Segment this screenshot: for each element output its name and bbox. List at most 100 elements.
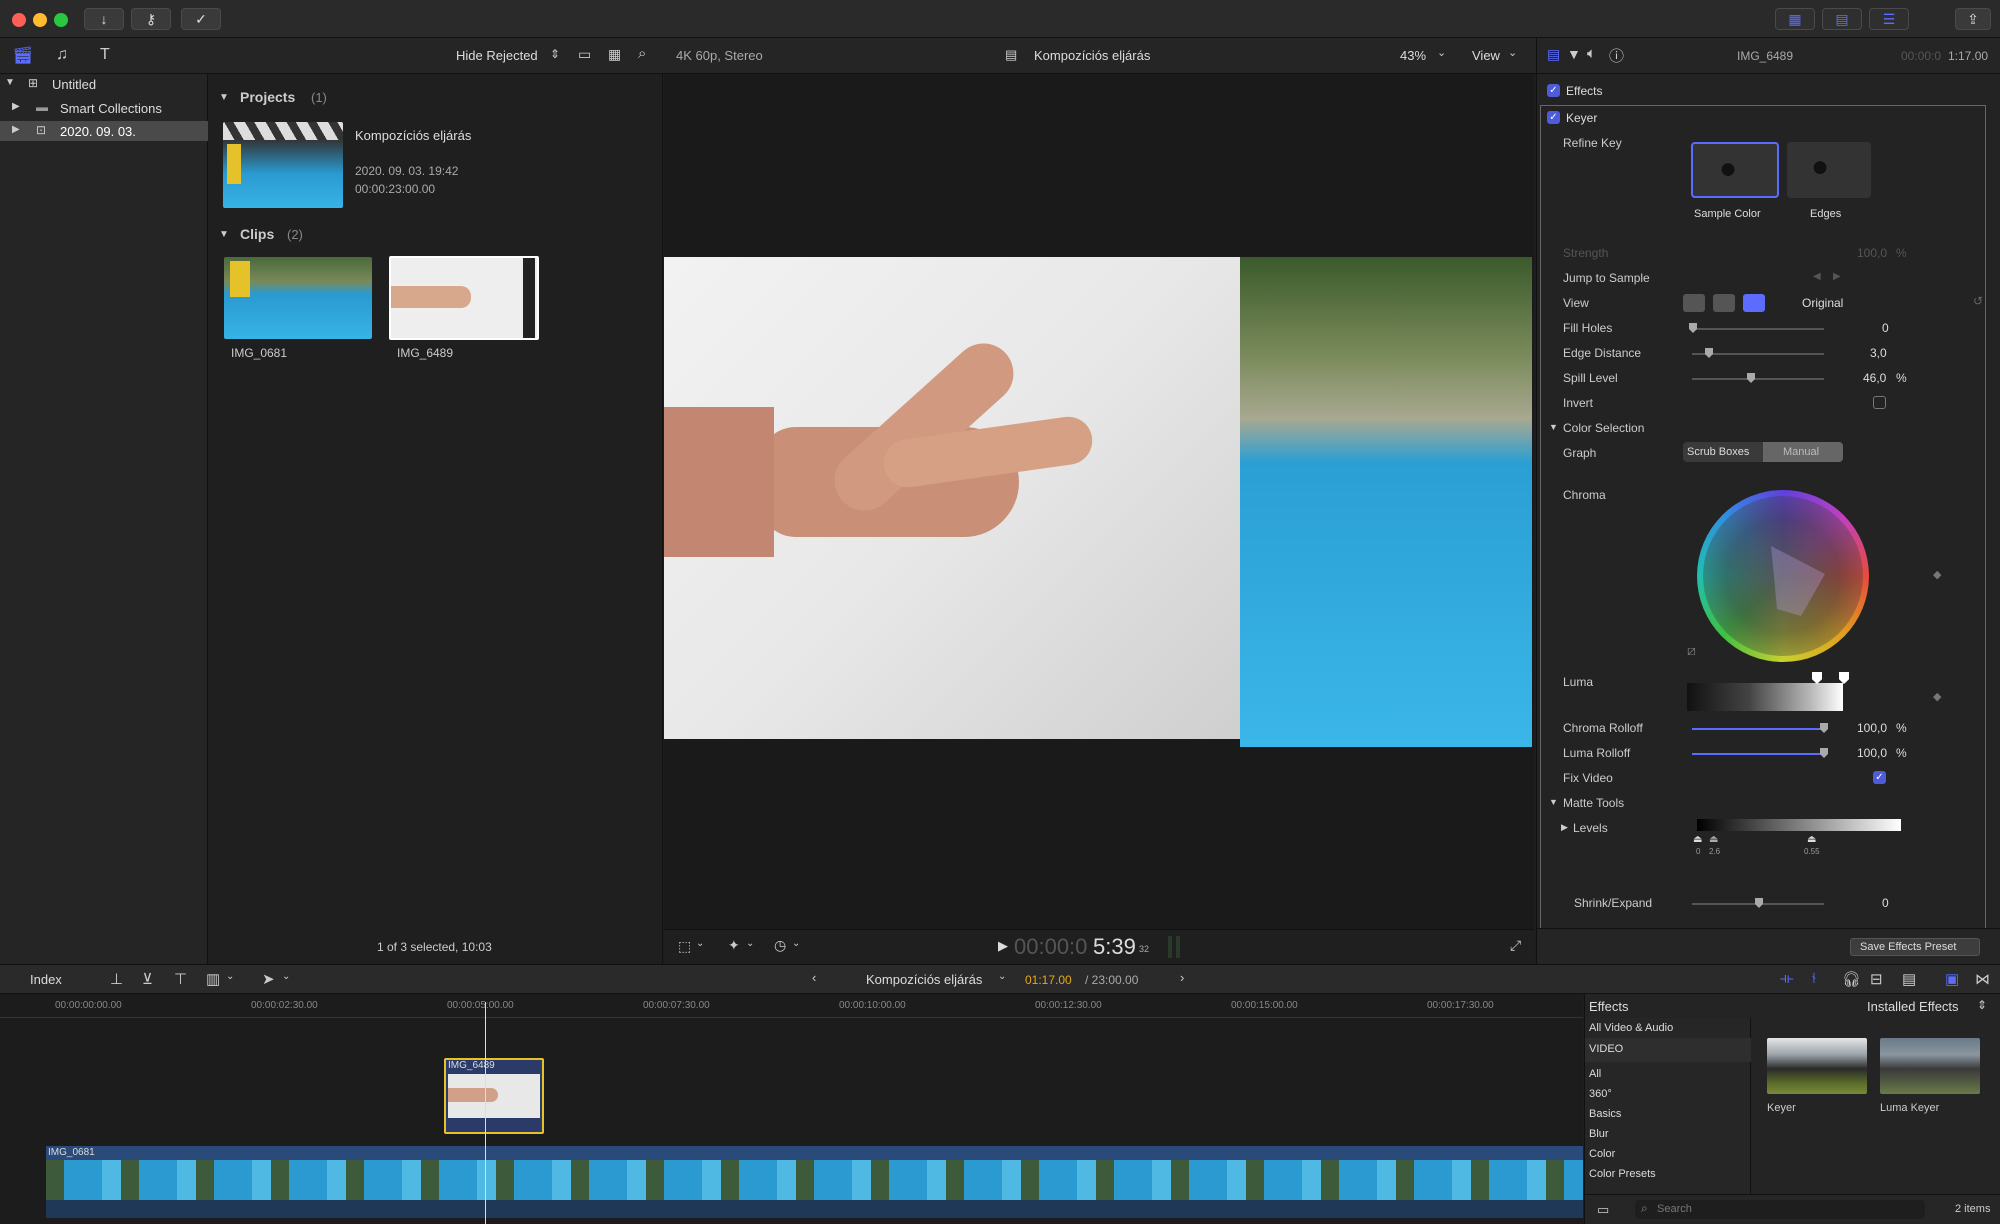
next-sample-icon[interactable]: ▶ <box>1833 271 1841 282</box>
transitions-browser-icon[interactable]: ⋈ <box>1975 970 1990 988</box>
library-row[interactable]: ▼ ⊞ Untitled <box>0 74 208 94</box>
invert-checkbox[interactable] <box>1873 396 1886 409</box>
effects-search-field[interactable]: ⌕ Search <box>1635 1200 1925 1219</box>
chroma-color-wheel[interactable] <box>1697 490 1869 662</box>
disclosure-open-icon[interactable]: ▼ <box>5 77 15 88</box>
index-button[interactable]: Index <box>30 972 62 987</box>
filter-icon[interactable]: ▼ <box>1567 46 1581 62</box>
view-menu[interactable]: View <box>1472 48 1500 63</box>
disclosure-closed-icon[interactable]: ▶ <box>12 124 20 135</box>
speedometer-icon[interactable]: ◷ <box>774 937 786 954</box>
luma-rolloff-value[interactable]: 100,0 <box>1857 746 1887 760</box>
timeline-project-name[interactable]: Kompozíciós eljárás <box>866 972 982 987</box>
project-thumbnail[interactable] <box>223 122 343 208</box>
clip-thumbnail-img-0681[interactable] <box>224 257 372 339</box>
sidebar-toggle-icon[interactable]: ▭ <box>1597 1202 1609 1218</box>
zoom-window-button[interactable] <box>54 13 68 27</box>
clip-appearance-icon[interactable]: ▭ <box>578 46 591 63</box>
keywords-button[interactable]: ⚷ <box>131 8 171 30</box>
insert-clip-icon[interactable]: ⊻ <box>142 970 153 988</box>
sample-color-button[interactable]: ● <box>1691 142 1779 198</box>
fill-holes-slider[interactable] <box>1692 328 1824 330</box>
connected-clip[interactable]: IMG_6489 <box>444 1058 544 1134</box>
levels-gamma-handle[interactable]: ⏏ <box>1709 834 1718 845</box>
fix-video-checkbox[interactable]: ✓ <box>1873 771 1886 784</box>
sidebar-item-smart-collections[interactable]: ▶ ▬ Smart Collections <box>0 98 208 118</box>
category-color-presets[interactable]: Color Presets <box>1589 1168 1656 1180</box>
snapping-icon[interactable]: ⊟ <box>1870 970 1883 988</box>
magic-wand-icon[interactable]: ✦ <box>728 937 740 954</box>
view-composite-button[interactable] <box>1683 294 1705 312</box>
edge-distance-value[interactable]: 3,0 <box>1870 346 1887 360</box>
shrink-expand-value[interactable]: 0 <box>1882 896 1889 910</box>
info-icon[interactable]: ⓘ <box>1609 45 1624 66</box>
transform-icon[interactable]: ⬚ <box>678 938 691 955</box>
category-blur[interactable]: Blur <box>1589 1128 1609 1140</box>
minimize-window-button[interactable] <box>33 13 47 27</box>
libraries-icon[interactable]: 🎬︎ <box>12 46 34 66</box>
import-button[interactable]: ↓ <box>84 8 124 30</box>
disclosure-open-icon[interactable]: ▼ <box>219 92 229 103</box>
levels-white-handle[interactable]: ⏏ <box>1807 834 1816 845</box>
select-tool-icon[interactable]: ➤ <box>262 970 275 988</box>
clip-appearance-icon[interactable]: ▤ <box>1902 970 1916 988</box>
back-arrow-icon[interactable]: ‹ <box>812 970 816 985</box>
keyer-checkbox[interactable]: ✓ <box>1547 111 1560 124</box>
installed-effects-menu[interactable]: Installed Effects <box>1867 999 1959 1014</box>
chroma-graph-toggle-icon[interactable]: ⧄ <box>1687 642 1696 659</box>
keyframe-diamond-icon[interactable]: ◆ <box>1933 568 1941 581</box>
timeline-toggle-button[interactable]: ▤ <box>1822 8 1862 30</box>
levels-gradient[interactable] <box>1697 819 1901 831</box>
effects-browser-icon[interactable]: ▣ <box>1945 970 1959 988</box>
spill-level-value[interactable]: 46,0 <box>1863 371 1886 385</box>
titles-generators-icon[interactable]: T <box>100 46 110 64</box>
scrub-boxes-segment[interactable]: Scrub Boxes <box>1687 446 1749 458</box>
category-basics[interactable]: Basics <box>1589 1108 1621 1120</box>
disclosure-open-icon[interactable]: ▼ <box>219 229 229 240</box>
edges-button[interactable]: ● <box>1787 142 1871 198</box>
save-effects-preset-button[interactable]: Save Effects Preset <box>1850 938 1980 956</box>
luma-gradient[interactable] <box>1687 683 1843 711</box>
headphones-icon[interactable]: 🎧︎ <box>1842 970 1861 988</box>
disclosure-open-icon[interactable]: ▼ <box>1549 797 1558 807</box>
share-button[interactable]: ⇪ <box>1955 8 1991 30</box>
filmstrip-icon[interactable]: ▦ <box>608 46 621 63</box>
overwrite-clip-icon[interactable]: ▥ <box>206 970 220 988</box>
append-clip-icon[interactable]: ⊤ <box>174 970 187 988</box>
disclosure-closed-icon[interactable]: ▶ <box>12 101 20 112</box>
close-window-button[interactable] <box>12 13 26 27</box>
category-color[interactable]: Color <box>1589 1148 1615 1160</box>
disclosure-open-icon[interactable]: ▼ <box>1549 422 1558 432</box>
view-matte-button[interactable] <box>1713 294 1735 312</box>
video-inspector-icon[interactable]: ▤ <box>1547 46 1560 63</box>
play-icon[interactable]: ▶ <box>998 938 1008 954</box>
keyframe-diamond-icon[interactable]: ◆ <box>1933 690 1941 703</box>
levels-black-handle[interactable]: ⏏ <box>1693 834 1702 845</box>
effects-checkbox[interactable]: ✓ <box>1547 84 1560 97</box>
photos-audio-icon[interactable]: ♫ <box>56 46 68 64</box>
primary-storyline-clip[interactable]: IMG_0681 <box>46 1146 1583 1218</box>
category-360[interactable]: 360° <box>1589 1088 1612 1100</box>
playhead[interactable] <box>485 1002 486 1224</box>
sidebar-item-event[interactable]: ▶ ⊡ 2020. 09. 03. <box>0 121 208 141</box>
category-all[interactable]: All <box>1589 1068 1601 1080</box>
previous-sample-icon[interactable]: ◀ <box>1813 271 1821 282</box>
view-original-button[interactable] <box>1743 294 1765 312</box>
luma-keyer-effect-thumbnail[interactable] <box>1880 1038 1980 1094</box>
zoom-menu[interactable]: 43% <box>1400 48 1426 63</box>
background-tasks-button[interactable]: ✓ <box>181 8 221 30</box>
audio-skimming-icon[interactable]: ⫮ <box>1812 970 1816 987</box>
forward-arrow-icon[interactable]: › <box>1180 970 1184 985</box>
connect-clip-icon[interactable]: ⊥ <box>110 970 123 988</box>
manual-segment[interactable]: Manual <box>1763 442 1843 462</box>
fullscreen-icon[interactable]: ⤢ <box>1510 937 1521 954</box>
luma-rolloff-slider[interactable] <box>1692 753 1824 755</box>
category-all-video-audio[interactable]: All Video & Audio <box>1589 1022 1673 1034</box>
skimming-icon[interactable]: ⟛ <box>1780 970 1794 987</box>
inspector-toggle-button[interactable]: ☰ <box>1869 8 1909 30</box>
hide-rejected-filter[interactable]: Hide Rejected <box>456 48 538 63</box>
keyer-effect-thumbnail[interactable] <box>1767 1038 1867 1094</box>
speaker-icon[interactable]: 🔈︎ <box>1587 45 1596 62</box>
disclosure-closed-icon[interactable]: ▶ <box>1561 822 1568 833</box>
chroma-rolloff-slider[interactable] <box>1692 728 1824 730</box>
